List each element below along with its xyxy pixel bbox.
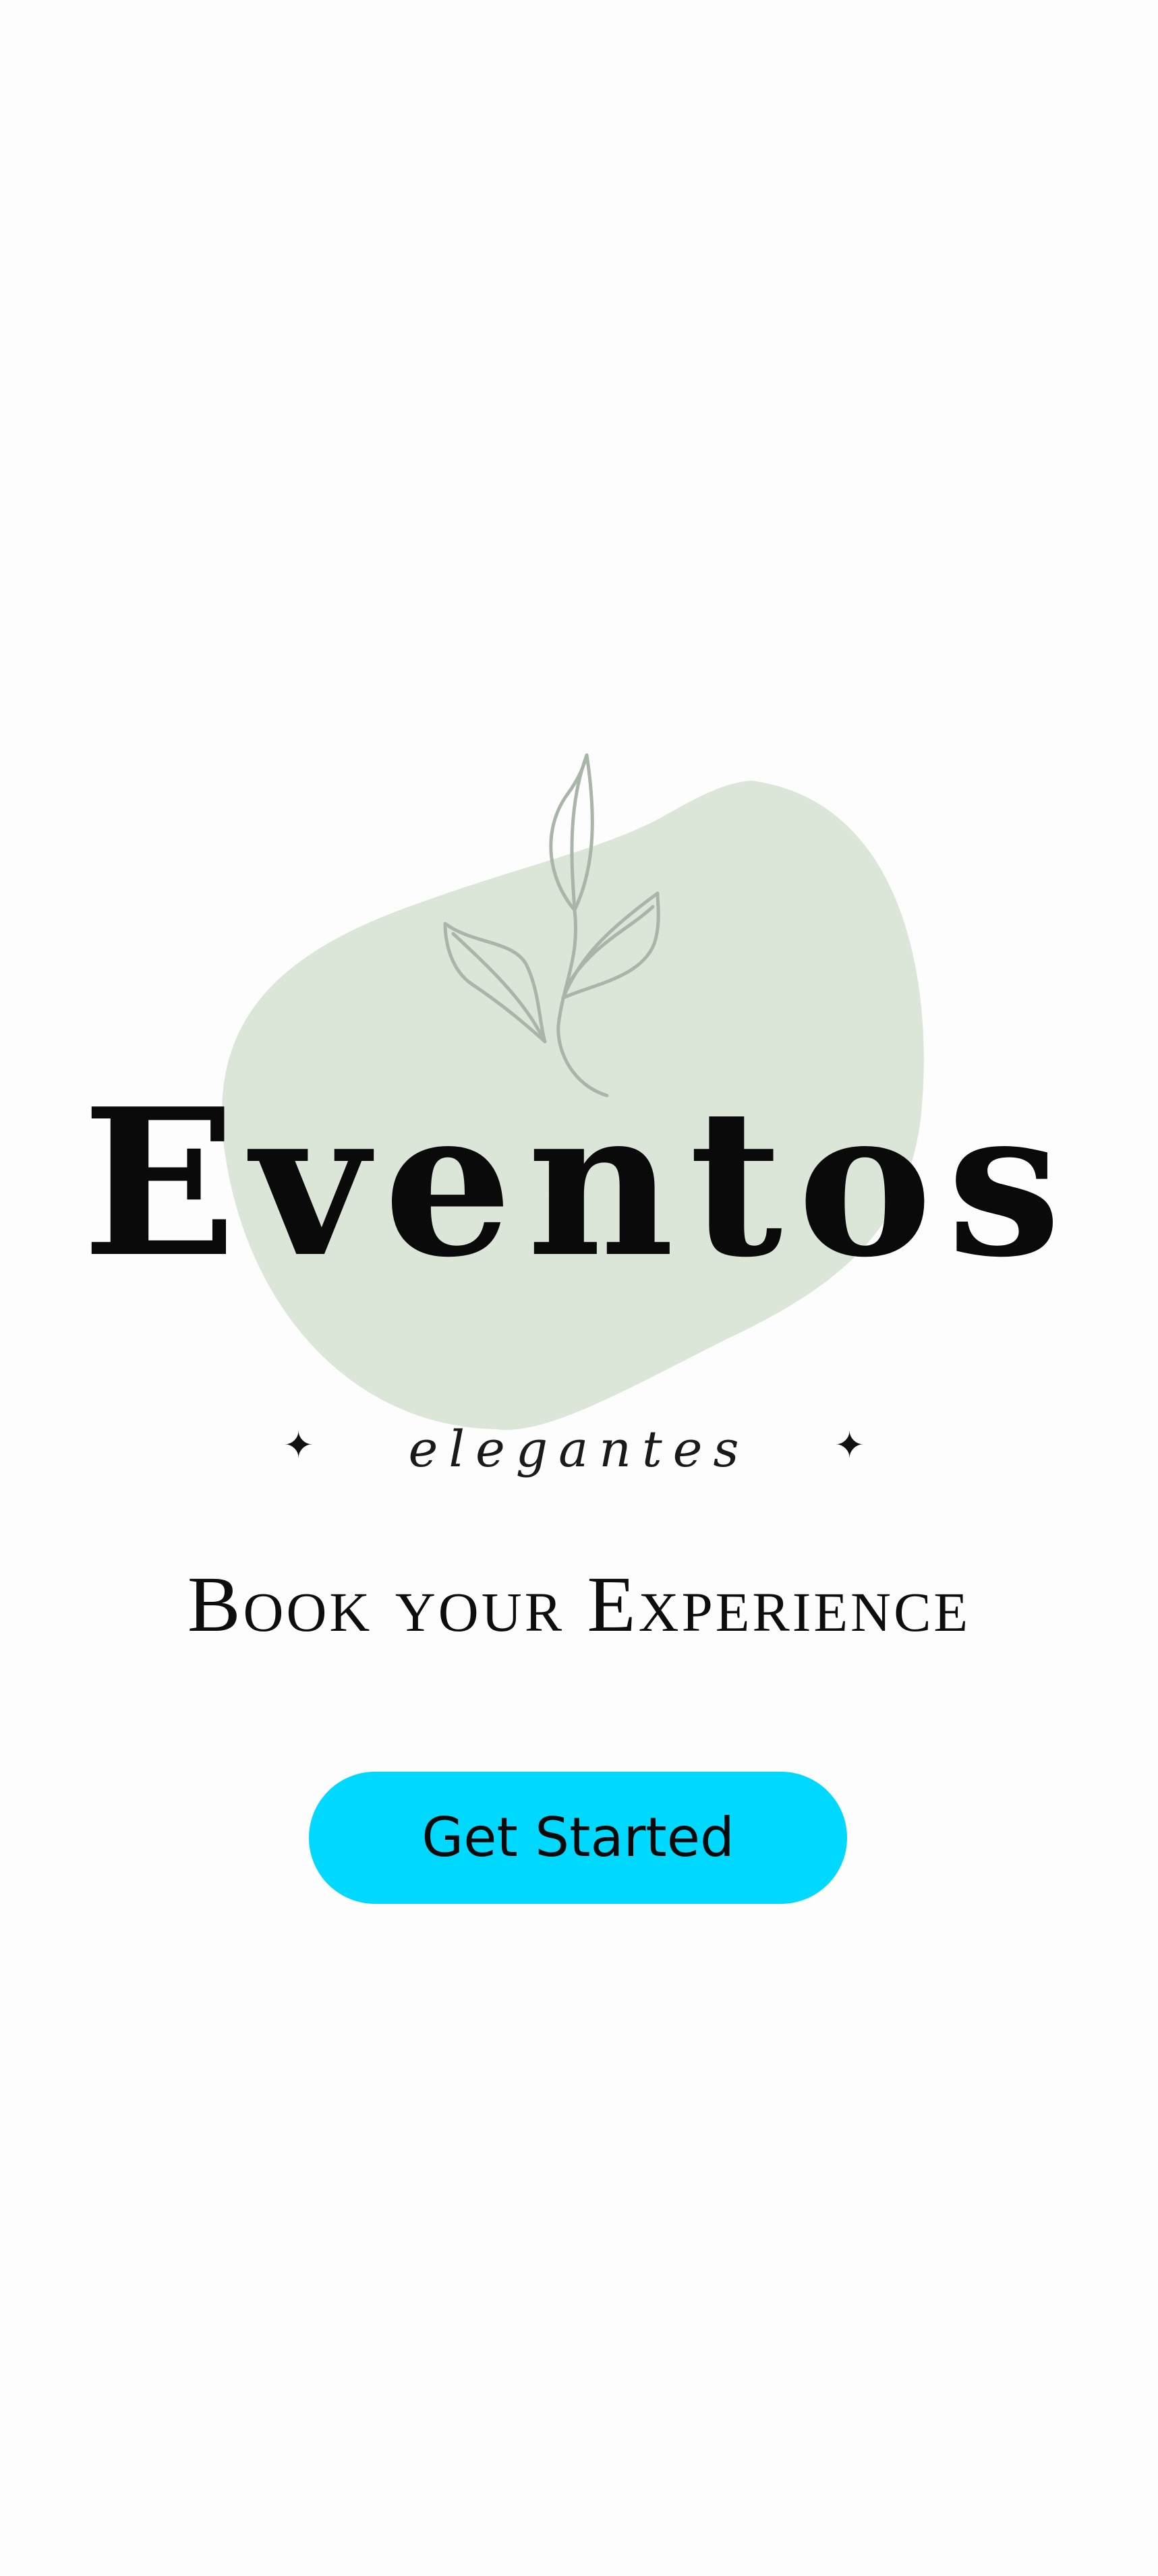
get-started-button[interactable]: Get Started [309,1772,847,1904]
logo-artwork [221,753,924,1430]
brand-logo: Eventos ✦ elegantes ✦ [0,0,1158,1551]
logo-subtitle-row: ✦ elegantes ✦ [0,1422,1158,1490]
tagline: Book your Experience [187,1560,971,1648]
logo-wordmark: Eventos [82,1064,1076,1302]
logo-subtitle: elegantes [408,1420,750,1478]
sparkle-right-icon: ✦ [834,1424,865,1466]
